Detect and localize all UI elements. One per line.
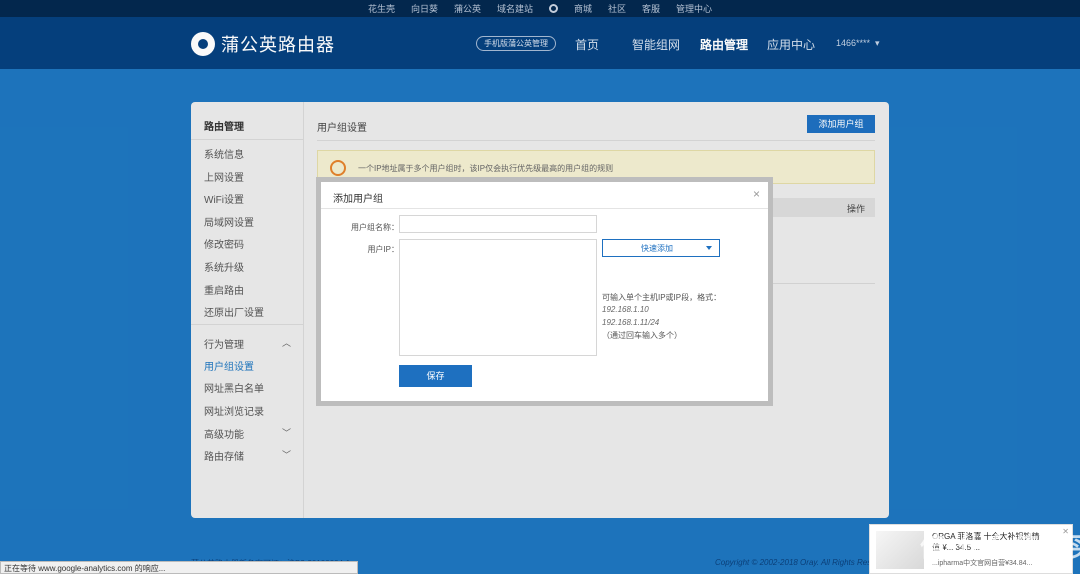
footer-copyright: Copyright © 2002-2018 Oray. All Rights R… bbox=[715, 558, 892, 567]
add-user-group-dialog: 添加用户组 × 用户组名称： 用户IP： 快速添加 可输入单个主机IP或IP段，… bbox=[321, 182, 768, 401]
dialog-title: 添加用户组 bbox=[333, 194, 383, 205]
group-name-label: 用户组名称： bbox=[351, 223, 399, 232]
ad-image bbox=[876, 531, 924, 569]
browser-status-bar: 正在等待 www.google-analytics.com 的响应... bbox=[0, 561, 358, 574]
ip-example-range: 192.168.1.11/24 bbox=[602, 318, 660, 327]
user-ip-textarea[interactable] bbox=[399, 239, 597, 356]
ip-multi-hint: （通过回车输入多个） bbox=[602, 331, 682, 340]
ip-example-single: 192.168.1.10 bbox=[602, 305, 649, 314]
dialog-frame: 添加用户组 × 用户组名称： 用户IP： 快速添加 可输入单个主机IP或IP段，… bbox=[316, 177, 773, 406]
caret-down-icon bbox=[706, 246, 712, 250]
divider bbox=[321, 208, 768, 209]
save-button[interactable]: 保存 bbox=[399, 365, 472, 387]
ip-format-hint: 可输入单个主机IP或IP段，格式： bbox=[602, 293, 722, 302]
quick-add-dropdown[interactable]: 快速添加 bbox=[602, 239, 720, 257]
quick-add-label: 快速添加 bbox=[641, 244, 673, 253]
user-ip-label: 用户IP： bbox=[367, 245, 399, 254]
close-icon[interactable]: × bbox=[753, 187, 760, 201]
watermark: 值 什么值得买 bbox=[920, 532, 1080, 562]
group-name-input[interactable] bbox=[399, 215, 597, 233]
